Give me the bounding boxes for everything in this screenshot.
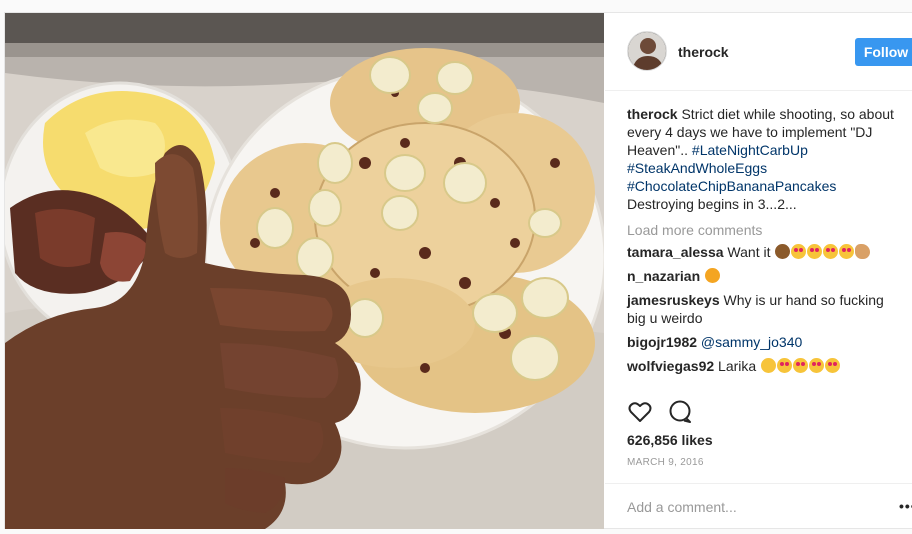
comment-username[interactable]: n_nazarian (627, 268, 700, 284)
heart-eyes-emoji-icon (793, 358, 809, 373)
caption-username[interactable]: therock (627, 106, 678, 122)
heart-eyes-emoji-icon (809, 358, 825, 373)
photo-illustration (5, 13, 604, 529)
comments-section: therock Strict diet while shooting, so a… (627, 105, 897, 381)
post-author-username[interactable]: therock (678, 44, 729, 60)
avatar-image (628, 32, 666, 70)
caption-closing: Destroying begins in 3...2... (627, 196, 797, 212)
flexed-biceps-emoji-icon (855, 244, 871, 259)
speech-bubble-icon[interactable] (667, 399, 693, 425)
hashtag-link[interactable]: #LateNightCarbUp (692, 142, 808, 158)
comment-username[interactable]: tamara_alessa (627, 244, 724, 260)
comment-text: Larika (718, 358, 757, 374)
post-card: therock Follow therock Strict diet while… (4, 12, 912, 529)
post-photo[interactable] (5, 13, 604, 529)
heart-eyes-emoji-icon (807, 244, 823, 259)
comment-username[interactable]: bigojr1982 (627, 334, 697, 350)
see-no-evil-monkey-emoji-icon (775, 244, 791, 259)
hashtag-link[interactable]: #ChocolateChipBananaPancakes (627, 177, 897, 195)
comment-text: Want it (727, 244, 771, 260)
follow-button[interactable]: Follow (855, 38, 912, 66)
more-options-button[interactable]: ••• (899, 498, 912, 514)
comment-item: tamara_alessa Want it (627, 243, 897, 261)
comment-item: bigojr1982 @sammy_jo340 (627, 333, 897, 351)
avatar[interactable] (627, 31, 667, 71)
post-actions (627, 399, 907, 425)
heart-eyes-emoji-icon (823, 244, 839, 259)
post-caption: therock Strict diet while shooting, so a… (627, 105, 897, 213)
page: therock Follow therock Strict diet while… (0, 0, 912, 534)
comment-item: n_nazarian (627, 267, 897, 285)
like-count[interactable]: 626,856 likes (627, 432, 713, 448)
load-more-comments-link[interactable]: Load more comments (627, 221, 897, 239)
heart-eyes-cat-emoji-icon (705, 268, 721, 283)
add-comment-bar: ••• (605, 483, 912, 529)
yum-face-emoji-icon (761, 358, 777, 373)
comment-mention-link[interactable]: @sammy_jo340 (701, 334, 802, 350)
heart-eyes-emoji-icon (777, 358, 793, 373)
heart-eyes-emoji-icon (791, 244, 807, 259)
post-header: therock Follow (605, 13, 912, 91)
comment-username[interactable]: wolfviegas92 (627, 358, 714, 374)
heart-eyes-emoji-icon (825, 358, 841, 373)
post-sidebar: therock Follow therock Strict diet while… (605, 13, 912, 529)
heart-eyes-emoji-icon (839, 244, 855, 259)
hashtag-link[interactable]: #SteakAndWholeEggs (627, 159, 897, 177)
comment-item: wolfviegas92 Larika (627, 357, 897, 375)
post-date[interactable]: MARCH 9, 2016 (627, 457, 704, 468)
comment-item: jamesruskeys Why is ur hand so fucking b… (627, 291, 897, 327)
comment-username[interactable]: jamesruskeys (627, 292, 720, 308)
add-comment-input[interactable] (627, 497, 877, 517)
heart-outline-icon[interactable] (627, 399, 653, 425)
